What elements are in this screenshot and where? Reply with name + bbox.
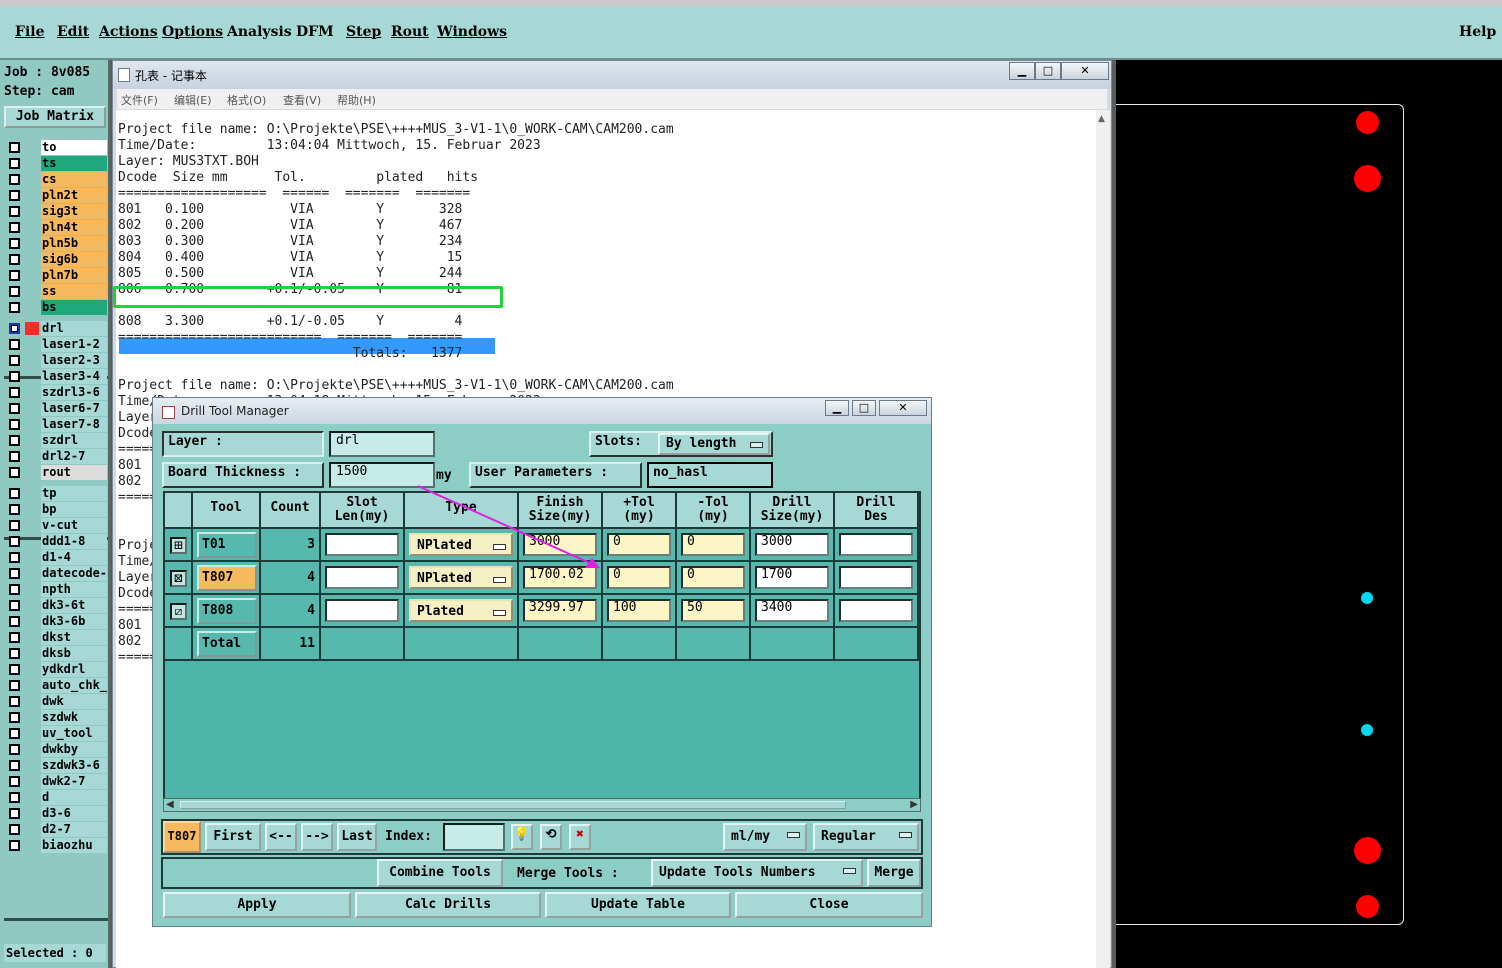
- annotation-arrow: [417, 485, 600, 568]
